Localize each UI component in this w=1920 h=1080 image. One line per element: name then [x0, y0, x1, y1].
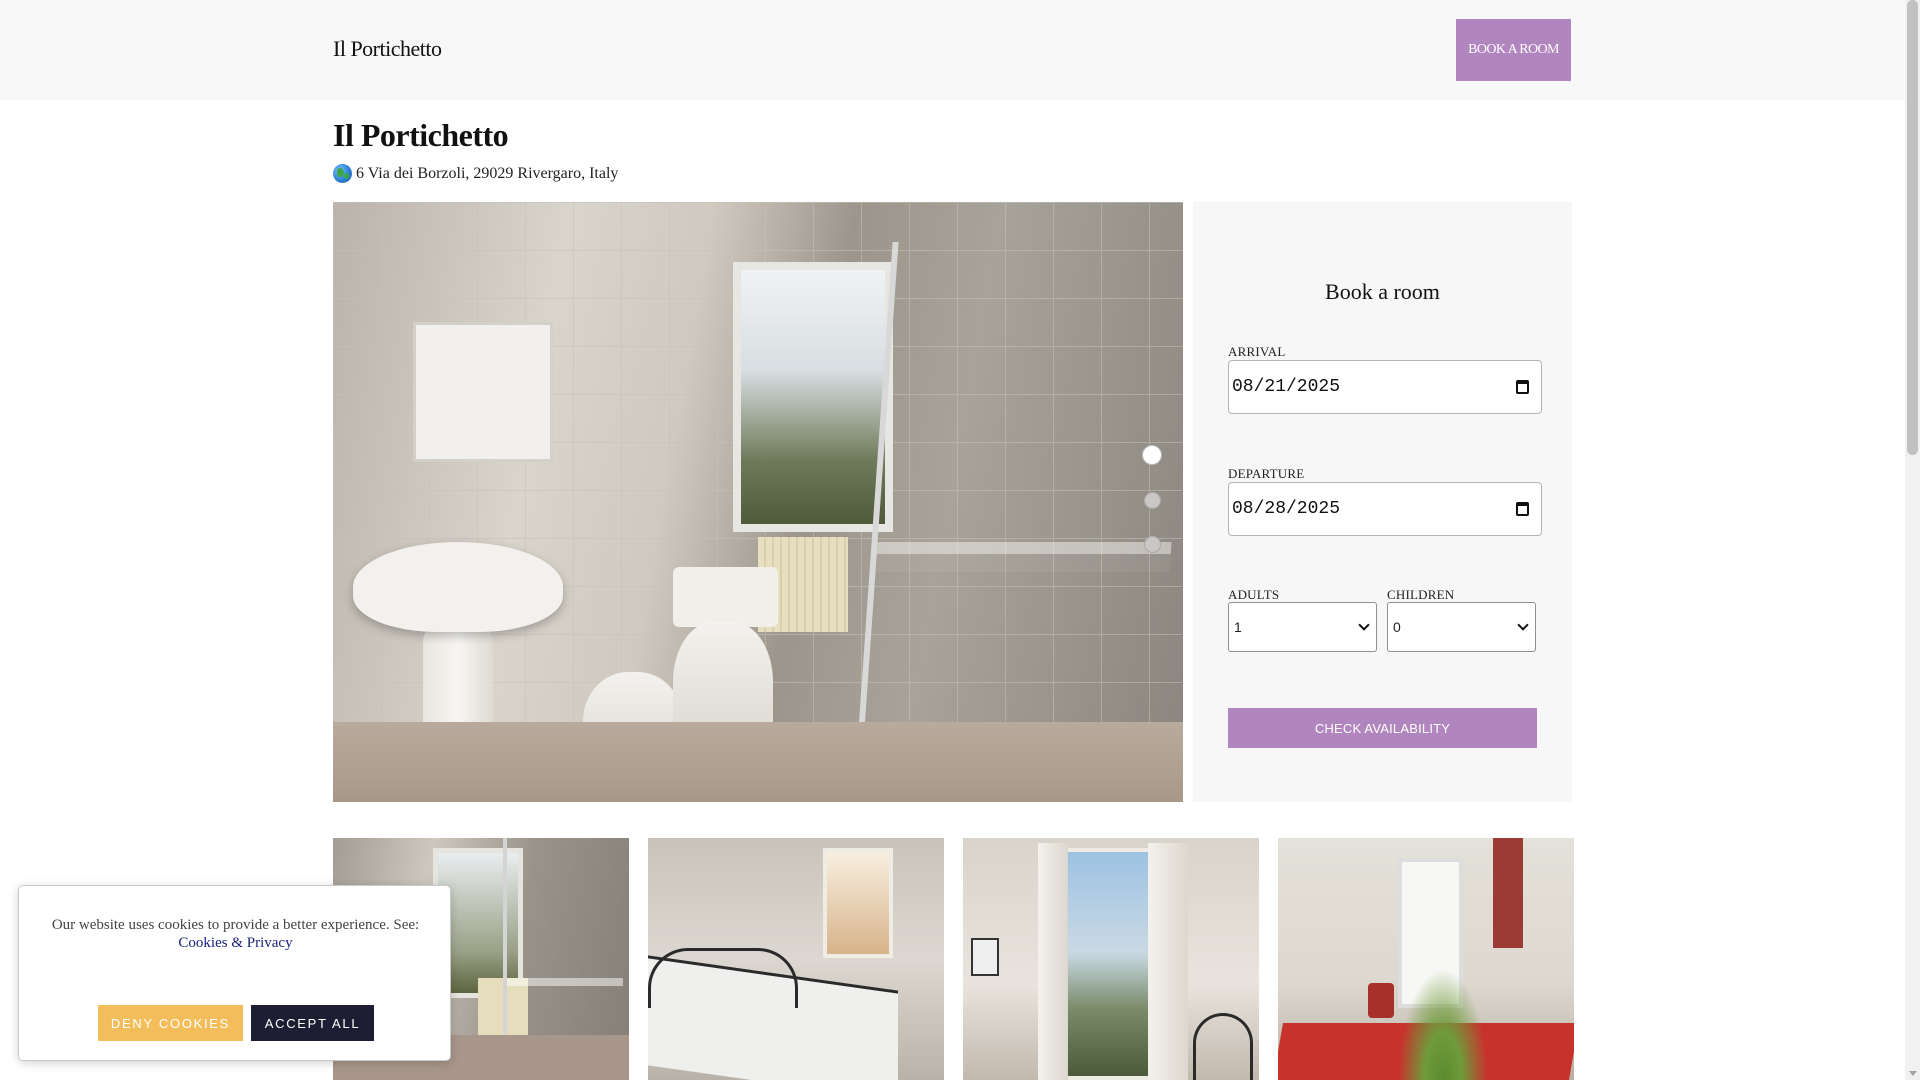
- children-select[interactable]: 0: [1387, 602, 1536, 652]
- address-text: 6 Via dei Borzoli, 29029 Rivergaro, Ital…: [356, 164, 619, 182]
- iron-headboard: [1193, 1013, 1253, 1080]
- window: [733, 262, 893, 532]
- calendar-icon[interactable]: [1516, 502, 1529, 516]
- adults-select[interactable]: 1: [1228, 602, 1377, 652]
- book-a-room-button[interactable]: BOOK A ROOM: [1456, 19, 1571, 81]
- globe-icon: [333, 164, 352, 183]
- cookie-text: Our website uses cookies to provide a be…: [51, 917, 420, 933]
- sink: [353, 542, 563, 632]
- floor: [333, 722, 1183, 802]
- departure-date-input[interactable]: 08/28/2025: [1228, 482, 1542, 536]
- accept-all-button[interactable]: ACCEPT ALL: [251, 1005, 374, 1041]
- children-label: CHILDREN: [1387, 587, 1455, 602]
- cookie-message: Our website uses cookies to provide a be…: [39, 916, 432, 952]
- arrival-value: 08/21/2025: [1232, 377, 1341, 397]
- slide-indicators: [1142, 445, 1162, 580]
- shower-glass: [853, 242, 1183, 802]
- thumbnail-balcony-bedroom[interactable]: [963, 838, 1259, 1080]
- slide-dot-1[interactable]: [1142, 445, 1162, 465]
- page: Il Portichetto BOOK A ROOM Il Portichett…: [0, 0, 1920, 1080]
- departure-label: DEPARTURE: [1228, 466, 1305, 481]
- cookie-consent-dialog: Our website uses cookies to provide a be…: [18, 885, 451, 1061]
- mirror-cabinet: [413, 322, 553, 462]
- booking-title: Book a room: [1325, 279, 1440, 304]
- chevron-down-icon: [1517, 619, 1529, 631]
- palm-plant: [1398, 968, 1488, 1080]
- window: [823, 848, 893, 958]
- check-availability-button[interactable]: CHECK AVAILABILITY: [1228, 708, 1537, 748]
- hotel-title: Il Portichetto: [333, 117, 509, 153]
- slide-dot-3[interactable]: [1144, 536, 1161, 553]
- cookies-privacy-link[interactable]: Cookies & Privacy: [178, 935, 292, 951]
- booking-panel: Book a room ARRIVAL 08/21/2025 DEPARTURE…: [1193, 202, 1572, 802]
- calendar-icon[interactable]: [1516, 380, 1529, 394]
- wall-picture: [971, 938, 999, 976]
- deny-cookies-button[interactable]: DENY COOKIES: [98, 1005, 243, 1041]
- departure-value: 08/28/2025: [1232, 499, 1341, 519]
- chevron-down-icon: [1358, 619, 1370, 631]
- toilet-cistern: [673, 567, 778, 627]
- thumbnail-terrace[interactable]: [1278, 838, 1574, 1080]
- top-navbar: Il Portichetto BOOK A ROOM: [0, 0, 1905, 100]
- curtain-right: [1148, 843, 1188, 1080]
- balcony-door: [1063, 848, 1153, 1080]
- hero-photo-bathroom[interactable]: [333, 202, 1183, 802]
- iron-headboard: [648, 948, 798, 1008]
- adults-label: ADULTS: [1228, 587, 1280, 602]
- arrival-label: ARRIVAL: [1228, 344, 1286, 359]
- shutter: [1493, 838, 1523, 948]
- slide-dot-2[interactable]: [1144, 492, 1161, 509]
- adults-value: 1: [1234, 619, 1242, 635]
- arrival-date-input[interactable]: 08/21/2025: [1228, 360, 1542, 414]
- thumbnail-twin-bedroom[interactable]: [648, 838, 944, 1080]
- red-chair: [1368, 983, 1394, 1018]
- page-scrollbar[interactable]: [1905, 0, 1920, 1080]
- scrollbar-thumb[interactable]: [1907, 0, 1918, 455]
- scroll-down-arrow-icon[interactable]: [1909, 1071, 1917, 1076]
- brand-logo-text[interactable]: Il Portichetto: [333, 36, 442, 62]
- curtain-left: [1038, 843, 1068, 1080]
- children-value: 0: [1393, 619, 1401, 635]
- hotel-address: 6 Via dei Borzoli, 29029 Rivergaro, Ital…: [333, 164, 618, 183]
